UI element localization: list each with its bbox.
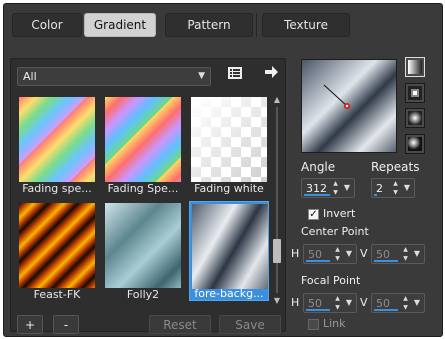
library-scrollbar[interactable]: ▲ ▼ [273,95,281,305]
gradient-tile[interactable]: Fading spe... [17,95,97,195]
repeats-value: 2 [376,182,383,195]
arrow-right-icon [265,66,278,78]
reset-button[interactable]: Reset [149,315,211,334]
center-v-label: V [360,247,368,260]
sunburst-style-button[interactable] [405,108,425,128]
scroll-track [276,107,278,293]
gradient-thumbnail [105,203,181,288]
angle-handle-icon [323,84,350,109]
tab-color[interactable]: Color [12,13,82,37]
angle-slider-bar [304,194,330,196]
gradient-grid: Fading spe... Fading Spe... Fading white… [17,95,271,305]
link-checkbox[interactable] [308,319,319,330]
stepper-arrows-icon[interactable]: ▲ ▼ [401,245,410,263]
gradient-tile-label: fore-backg... [194,287,264,300]
stepper-arrows-icon[interactable]: ▲ ▼ [333,294,342,312]
material-properties-dialog: Color Gradient Pattern Texture All ▼ Fad… [3,3,443,337]
list-options-icon [228,67,242,79]
tab-gradient[interactable]: Gradient [84,13,156,37]
gradient-thumbnail [19,203,95,288]
tab-bar: Color Gradient Pattern Texture [4,4,442,44]
stepper-arrows-icon[interactable]: ▲ ▼ [401,294,410,312]
gradient-thumbnail [105,97,181,182]
sunburst-gradient-icon [408,111,422,125]
repeats-input[interactable]: 2 ▲ ▼ ▼ [371,178,415,198]
gradient-tile[interactable]: Feast-FK [17,201,97,301]
focal-v-input[interactable]: 50 ▲ ▼ ▼ [371,293,425,313]
chevron-down-icon[interactable]: ▼ [412,294,422,312]
gradient-tile-label: Fading white [194,182,264,195]
angle-label: Angle [301,160,336,174]
angle-input[interactable]: 312 ▲ ▼ ▼ [301,178,355,198]
library-options-button[interactable] [224,66,246,86]
rectangular-style-button[interactable] [405,83,425,103]
stepper-arrows-icon[interactable]: ▲ ▼ [331,179,340,197]
center-h-input[interactable]: 50 ▲ ▼ ▼ [303,244,357,264]
radial-style-button[interactable] [405,134,425,154]
center-h-label: H [291,247,300,260]
chevron-down-icon[interactable]: ▼ [402,179,412,197]
scroll-up-icon[interactable]: ▲ [273,95,281,104]
gradient-preview[interactable] [301,59,397,153]
focal-v-label: V [360,296,368,309]
focal-point-label: Focal Point [301,274,361,287]
remove-gradient-button[interactable]: - [53,315,79,334]
chevron-down-icon[interactable]: ▼ [344,245,354,263]
focal-h-slider-bar [306,309,330,311]
gradient-tile[interactable]: Fading white [189,95,269,195]
tab-separator [256,13,257,37]
stepper-arrows-icon[interactable]: ▲ ▼ [333,245,342,263]
linear-gradient-icon [408,60,422,74]
gradient-thumbnail [191,97,267,182]
focal-h-label: H [291,296,300,309]
gradient-tile-label: Fading Spe... [107,182,179,195]
chevron-down-icon: ▼ [198,71,205,81]
tab-texture[interactable]: Texture [262,13,350,37]
center-v-slider-bar [374,260,398,262]
gradient-thumbnail [19,97,95,182]
gradient-thumbnail [192,204,268,289]
focal-v-slider-bar [374,309,398,311]
link-label: Link [323,317,346,330]
invert-label: Invert [323,207,356,220]
center-v-input[interactable]: 50 ▲ ▼ ▼ [371,244,425,264]
arrow-right-button[interactable] [260,65,282,85]
radial-gradient-icon [408,137,422,151]
gradient-library-panel: All ▼ Fading spe... Fading Spe... Fading… [10,58,286,334]
save-button[interactable]: Save [219,315,281,334]
add-gradient-button[interactable]: + [17,315,43,334]
focal-h-input[interactable]: 50 ▲ ▼ ▼ [303,293,357,313]
scroll-thumb[interactable] [273,239,281,263]
gradient-tile-label: Feast-FK [33,288,81,301]
invert-checkbox[interactable]: ✓ [308,209,319,220]
gradient-tile-label: Folly2 [126,288,160,301]
gradient-tile[interactable]: Fading Spe... [103,95,183,195]
category-value: All [23,70,37,83]
category-dropdown[interactable]: All ▼ [17,67,211,86]
repeats-slider-bar [374,194,377,196]
center-h-slider-bar [306,260,330,262]
chevron-down-icon[interactable]: ▼ [342,179,352,197]
scroll-down-icon[interactable]: ▼ [273,296,281,305]
tab-pattern[interactable]: Pattern [165,13,253,37]
chevron-down-icon[interactable]: ▼ [344,294,354,312]
gradient-tile-selected[interactable]: fore-backg... [189,201,269,301]
stepper-arrows-icon[interactable]: ▲ ▼ [391,179,400,197]
gradient-tile[interactable]: Folly2 [103,201,183,301]
rectangular-gradient-icon [408,86,422,100]
linear-style-button[interactable] [405,57,425,77]
gradient-tile-label: Fading spe... [22,182,92,195]
center-point-label: Center Point [301,225,369,238]
chevron-down-icon[interactable]: ▼ [412,245,422,263]
repeats-label: Repeats [371,160,420,174]
